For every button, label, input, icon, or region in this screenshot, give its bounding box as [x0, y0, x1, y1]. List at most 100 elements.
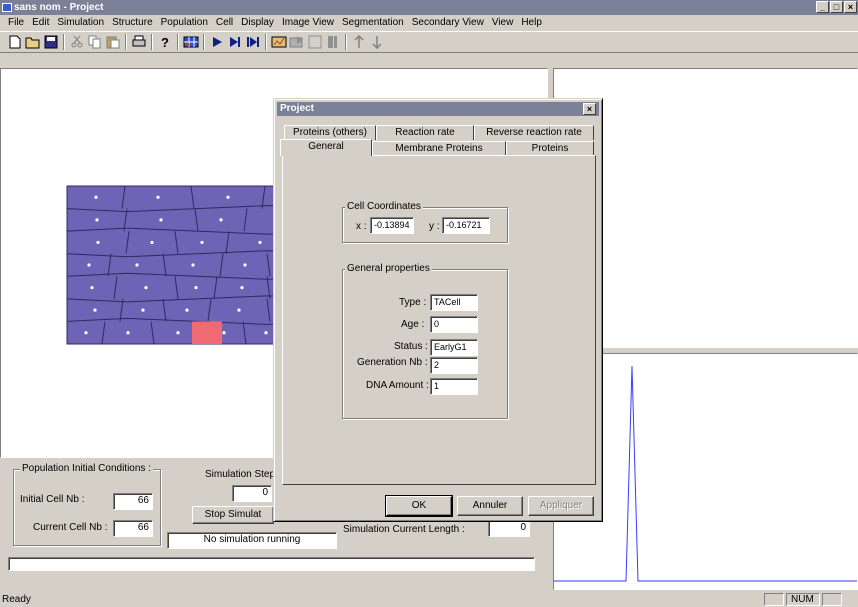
- tab-proteins-others[interactable]: Proteins (others): [284, 125, 376, 140]
- export-icon[interactable]: [288, 33, 306, 51]
- svg-text:?: ?: [161, 35, 169, 49]
- apply-button[interactable]: Appliquer: [528, 496, 594, 516]
- tab-membrane-proteins[interactable]: Membrane Proteins: [372, 141, 506, 156]
- cell-nucleus: [95, 218, 99, 222]
- cell-nucleus: [264, 331, 268, 335]
- menu-image-view[interactable]: Image View: [278, 15, 338, 31]
- grid-icon[interactable]: [182, 33, 200, 51]
- window-title-bar: sans nom - Project _ □ ×: [0, 0, 858, 15]
- tab-reaction-rate[interactable]: Reaction rate: [376, 125, 474, 140]
- current-length-field[interactable]: 0: [488, 520, 530, 537]
- cancel-button[interactable]: Annuler: [457, 496, 523, 516]
- age-label: Age :: [401, 319, 425, 330]
- menu-structure[interactable]: Structure: [108, 15, 157, 31]
- dna-amount-field[interactable]: 1: [430, 378, 478, 395]
- tab-general[interactable]: General: [280, 139, 372, 156]
- menu-cell[interactable]: Cell: [212, 15, 237, 31]
- y-coordinate-field[interactable]: -0.16721: [442, 217, 490, 234]
- type-field[interactable]: TACell: [430, 294, 478, 311]
- cell-nucleus: [243, 263, 247, 267]
- dialog-close-button[interactable]: ×: [583, 103, 596, 115]
- initial-cell-field[interactable]: 66: [113, 493, 153, 510]
- toolbar-separator: [345, 34, 347, 50]
- toolbar-separator: [125, 34, 127, 50]
- cell-nucleus: [135, 263, 139, 267]
- maximize-button[interactable]: □: [830, 1, 843, 13]
- toolbar-separator: [63, 34, 65, 50]
- generation-label: Generation Nb :: [357, 357, 428, 368]
- current-cell-field[interactable]: 66: [113, 520, 153, 537]
- copy-icon[interactable]: [86, 33, 104, 51]
- x-label: x :: [356, 221, 367, 232]
- status-field[interactable]: EarlyG1: [430, 339, 478, 356]
- save-icon[interactable]: [42, 33, 60, 51]
- arrow-up-icon[interactable]: [350, 33, 368, 51]
- cell-nucleus: [159, 218, 163, 222]
- menu-view[interactable]: View: [488, 15, 518, 31]
- simulation-step-field[interactable]: 0: [232, 485, 272, 502]
- status-panel: [822, 593, 842, 606]
- cell-nucleus: [222, 331, 226, 335]
- menu-display[interactable]: Display: [237, 15, 278, 31]
- general-properties-title: General properties: [345, 263, 432, 274]
- current-cell-label: Current Cell Nb :: [33, 522, 108, 533]
- ok-button[interactable]: OK: [385, 495, 453, 517]
- step-end-icon[interactable]: [244, 33, 262, 51]
- dialog-title: Project: [280, 103, 314, 114]
- cell-nucleus: [87, 263, 91, 267]
- initial-cell-label: Initial Cell Nb :: [20, 494, 85, 505]
- frame-icon[interactable]: [306, 33, 324, 51]
- arrow-down-icon[interactable]: [368, 33, 386, 51]
- generation-field[interactable]: 2: [430, 357, 478, 374]
- step-icon[interactable]: [226, 33, 244, 51]
- stop-simulation-button[interactable]: Stop Simulat: [192, 506, 274, 524]
- tab-reverse-reaction-rate[interactable]: Reverse reaction rate: [474, 125, 594, 140]
- status-panel: [764, 593, 784, 606]
- status-bar: Ready NUM: [0, 592, 858, 607]
- simulation-step-label: Simulation Step: [205, 469, 276, 480]
- tab-proteins[interactable]: Proteins: [506, 141, 594, 156]
- cut-icon[interactable]: [68, 33, 86, 51]
- status-text: Ready: [2, 594, 31, 605]
- cell-nucleus: [176, 331, 180, 335]
- cell-nucleus: [237, 308, 241, 312]
- cell-nucleus: [84, 331, 88, 335]
- cell-nucleus: [94, 195, 98, 199]
- dna-amount-label: DNA Amount :: [366, 380, 429, 391]
- bar-icon[interactable]: [324, 33, 342, 51]
- dialog-title-bar: Project ×: [277, 102, 599, 116]
- type-label: Type :: [399, 297, 427, 308]
- cell-nucleus: [194, 285, 198, 290]
- population-group-title: Population Initial Conditions :: [20, 463, 153, 474]
- project-dialog: Project × Proteins (others) Reaction rat…: [273, 98, 603, 522]
- chart-icon[interactable]: [270, 33, 288, 51]
- cell-nucleus: [219, 218, 223, 222]
- print-icon[interactable]: [130, 33, 148, 51]
- open-icon[interactable]: [24, 33, 42, 51]
- cell-nucleus: [144, 285, 148, 290]
- cell-nucleus: [200, 240, 204, 245]
- cell-nucleus: [150, 240, 154, 245]
- menu-secondary-view[interactable]: Secondary View: [408, 15, 488, 31]
- app-icon: [2, 3, 12, 12]
- menu-population[interactable]: Population: [157, 15, 212, 31]
- close-button[interactable]: ×: [844, 1, 857, 13]
- menu-help[interactable]: Help: [517, 15, 546, 31]
- minimize-button[interactable]: _: [816, 1, 829, 13]
- age-field[interactable]: 0: [430, 316, 478, 333]
- window-title: sans nom - Project: [14, 2, 104, 13]
- menu-edit[interactable]: Edit: [28, 15, 53, 31]
- play-icon[interactable]: [208, 33, 226, 51]
- cell-nucleus: [90, 285, 94, 290]
- help-icon[interactable]: ?: [156, 33, 174, 51]
- selected-cell: [192, 321, 222, 344]
- new-icon[interactable]: [6, 33, 24, 51]
- toolbar-separator: [265, 34, 267, 50]
- menu-simulation[interactable]: Simulation: [53, 15, 108, 31]
- menu-file[interactable]: File: [4, 15, 28, 31]
- cell-nucleus: [126, 331, 130, 335]
- paste-icon[interactable]: [104, 33, 122, 51]
- x-coordinate-field[interactable]: -0.13894: [370, 217, 414, 234]
- menu-segmentation[interactable]: Segmentation: [338, 15, 408, 31]
- progress-bar: [8, 557, 535, 571]
